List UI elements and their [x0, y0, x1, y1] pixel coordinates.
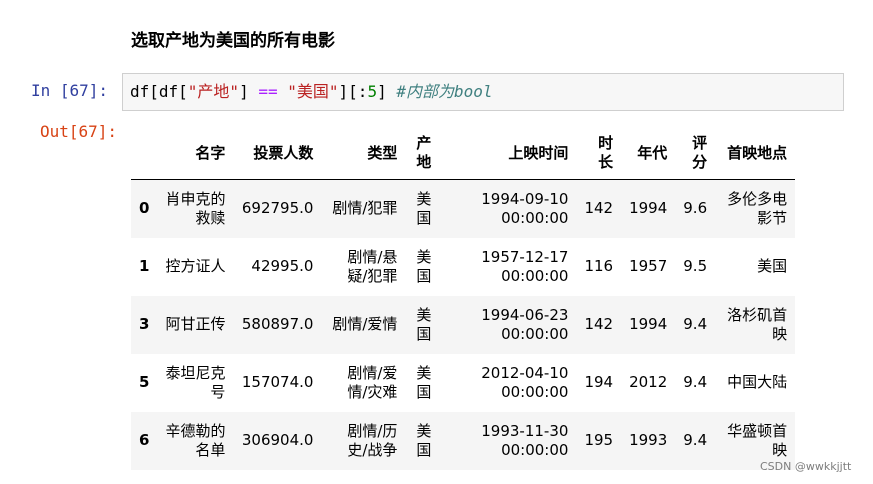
table-cell: 2012-04-10 00:00:00	[481, 363, 569, 401]
table-cell: 1957-12-17 00:00:00	[481, 247, 569, 285]
output-prompt: Out[67]:	[40, 122, 118, 141]
row-index: 1	[139, 257, 150, 275]
table-cell: 580897.0	[241, 315, 314, 333]
table-cell: 剧情/悬疑/犯罪	[347, 247, 398, 285]
table-cell: 157074.0	[241, 373, 314, 391]
table-cell: 辛德勒的名单	[165, 421, 226, 459]
table-cell: 美国	[757, 257, 788, 275]
code-token: #内部为bool	[396, 82, 493, 101]
row-index: 0	[139, 199, 150, 218]
code-token: ]	[377, 82, 397, 101]
code-token: ]	[239, 82, 259, 101]
table-cell: 1993	[629, 431, 668, 449]
table-cell: 9.4	[683, 431, 708, 449]
table-cell: 1994-09-10 00:00:00	[481, 189, 569, 227]
table-cell: 美国	[416, 421, 432, 459]
table-cell: 1994	[629, 199, 668, 218]
input-prompt: In [67]:	[31, 81, 109, 100]
table-cell: 美国	[416, 363, 432, 401]
table-cell: 剧情/爱情	[332, 315, 398, 333]
table-cell: 剧情/犯罪	[332, 199, 398, 218]
dataframe-table: 名字 投票人数 类型 产地 上映时间 时长 年代 评分 首映地点 0 肖申克的救赎…	[131, 127, 796, 470]
table-cell: 142	[584, 199, 614, 218]
column-header: 投票人数	[233, 127, 322, 180]
column-header: 年代	[621, 127, 676, 180]
table-cell: 42995.0	[251, 257, 314, 275]
table-cell: 1994	[629, 315, 668, 333]
column-header: 类型	[321, 127, 406, 180]
table-cell: 692795.0	[241, 199, 314, 218]
code-token: 5	[367, 82, 378, 101]
row-index: 3	[139, 315, 150, 333]
table-cell: 116	[584, 257, 614, 275]
column-header: 评分	[675, 127, 716, 180]
column-header: 名字	[157, 127, 234, 180]
table-header-row: 名字 投票人数 类型 产地 上映时间 时长 年代 评分 首映地点	[131, 127, 796, 180]
table-cell: 142	[584, 315, 614, 333]
code-cell[interactable]: df[df["产地"] == "美国"][:5] #内部为bool	[122, 73, 844, 111]
column-header: 产地	[405, 127, 440, 180]
table-cell: 306904.0	[241, 431, 314, 449]
table-row: 0 肖申克的救赎 692795.0 剧情/犯罪 美国 1994-09-10 00:00:0…	[131, 179, 796, 238]
watermark: CSDN @wwkkjjtt	[760, 460, 852, 473]
table-cell: 剧情/爱情/灾难	[347, 363, 398, 401]
table-cell: 2012	[629, 373, 668, 391]
table-row: 1 控方证人 42995.0 剧情/悬疑/犯罪 美国 1957-12-17 00:00:0…	[131, 238, 795, 296]
table-cell: 194	[584, 373, 614, 391]
table-cell: 1957	[629, 257, 668, 275]
table-row: 3 阿甘正传 580897.0 剧情/爱情 美国 1994-06-23 00:00:00 1…	[131, 295, 796, 354]
table-cell: 9.4	[683, 373, 708, 391]
table-cell: 1994-06-23 00:00:00	[481, 305, 569, 343]
table-cell: 洛杉矶首映	[727, 305, 788, 343]
table-cell: 美国	[416, 247, 432, 285]
table-cell: 多伦多电影节	[727, 189, 788, 227]
table-cell: 美国	[416, 305, 432, 343]
table-cell: 美国	[416, 189, 432, 227]
code-token: ][:	[338, 82, 368, 101]
code-token: "产地"	[187, 82, 240, 101]
code-token: ==	[258, 82, 278, 101]
index-header	[131, 127, 158, 180]
table-cell: 9.5	[683, 257, 708, 275]
code-token: "美国"	[287, 82, 339, 101]
table-cell: 195	[584, 431, 614, 449]
table-cell: 泰坦尼克号	[165, 363, 226, 401]
column-header: 上映时间	[439, 127, 577, 180]
table-cell: 控方证人	[165, 257, 226, 275]
table-cell: 9.6	[683, 199, 708, 218]
table-cell: 剧情/历史/战争	[347, 421, 398, 459]
table-cell: 阿甘正传	[165, 315, 226, 333]
section-heading: 选取产地为美国的所有电影	[131, 31, 335, 51]
table-cell: 肖申克的救赎	[165, 189, 226, 227]
table-row: 6 辛德勒的名单 306904.0 剧情/历史/战争 美国 1993-11-30 00:0…	[131, 411, 796, 470]
column-header: 时长	[576, 127, 622, 180]
table-cell: 1993-11-30 00:00:00	[481, 421, 569, 459]
column-header: 首映地点	[715, 127, 796, 180]
table-cell: 9.4	[683, 315, 708, 333]
table-cell: 中国大陆	[727, 373, 788, 391]
row-index: 5	[139, 373, 150, 391]
table-row: 5 泰坦尼克号 157074.0 剧情/爱情/灾难 美国 2012-04-10 00:00…	[131, 354, 795, 412]
row-index: 6	[139, 431, 150, 449]
code-token: df[df[	[130, 82, 188, 101]
